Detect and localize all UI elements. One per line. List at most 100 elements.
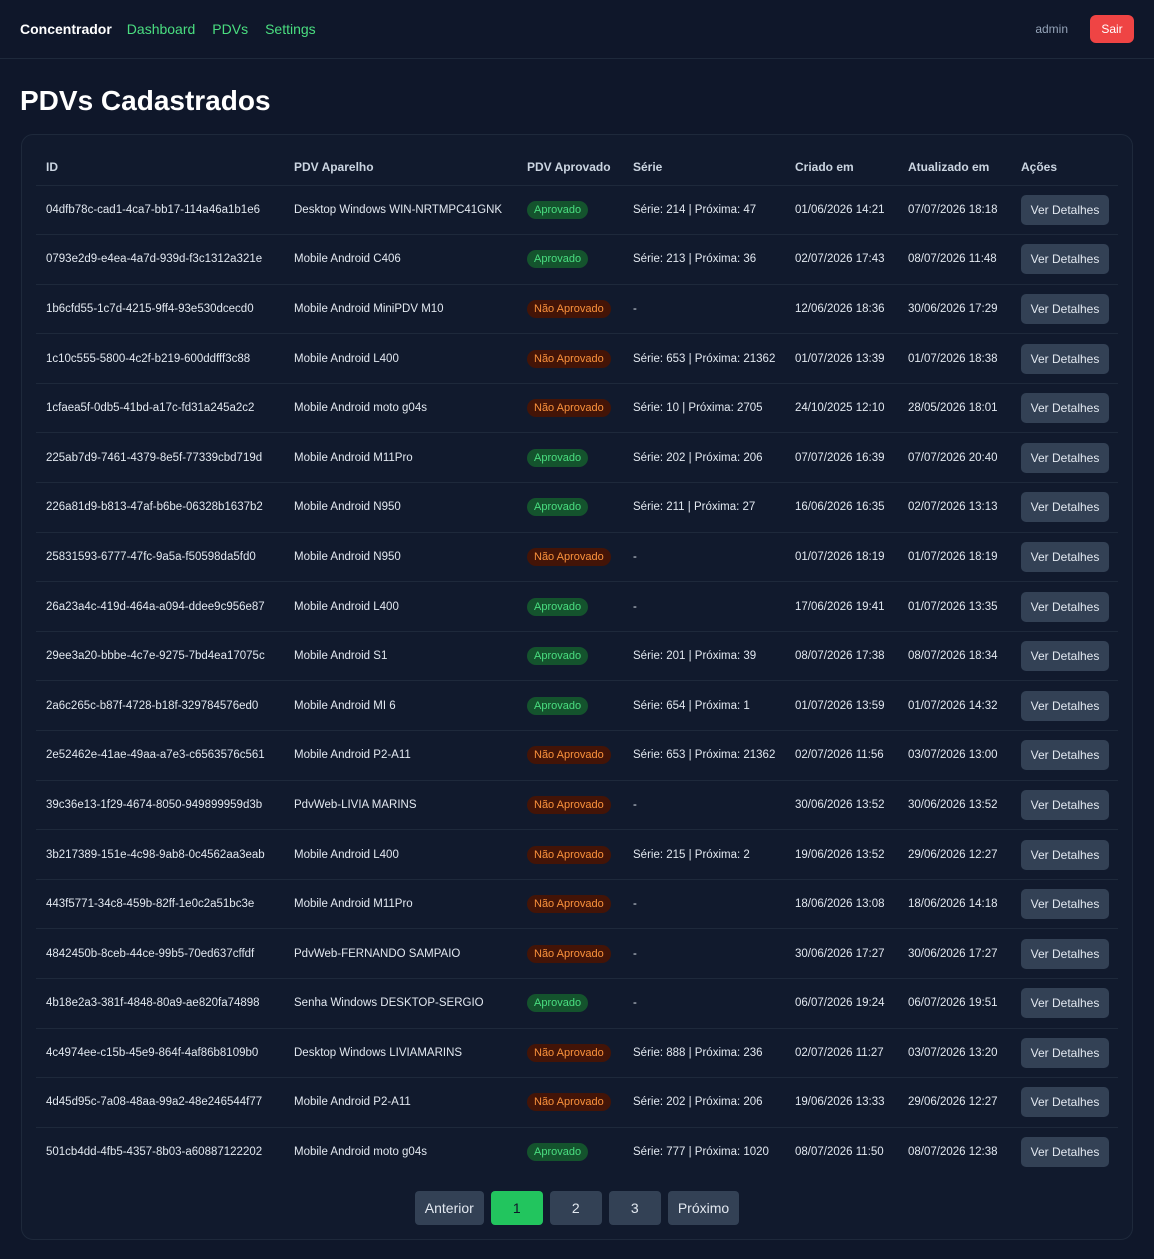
cell-created: 02/07/2026 17:43 [785,234,898,285]
status-badge: Não Aprovado [527,944,611,963]
view-details-button[interactable]: Ver Detalhes [1021,244,1109,275]
view-details-button[interactable]: Ver Detalhes [1021,740,1109,771]
column-header-serie: Série [623,149,785,186]
cell-device: Mobile Android M11Pro [284,432,517,484]
column-header-updated: Atualizado em [898,149,1011,186]
cell-actions: Ver Detalhes [1011,234,1118,285]
view-details-button[interactable]: Ver Detalhes [1021,194,1109,225]
cell-id: 4b18e2a3-381f-4848-80a9-ae820fa74898 [36,978,284,1029]
view-details-button[interactable]: Ver Detalhes [1021,789,1109,820]
cell-created: 12/06/2026 18:36 [785,284,898,335]
cell-serie: Série: 213 | Próxima: 36 [623,234,785,285]
status-badge: Não Aprovado [527,795,611,814]
cell-serie: Série: 653 | Próxima: 21362 [623,730,785,781]
cell-actions: Ver Detalhes [1011,780,1118,831]
cell-updated: 02/07/2026 13:13 [898,482,1011,533]
view-details-button[interactable]: Ver Detalhes [1021,492,1109,523]
cell-approved: Não Aprovado [517,829,623,880]
cell-approved: Não Aprovado [517,780,623,831]
cell-created: 01/06/2026 14:21 [785,185,898,236]
cell-id: 04dfb78c-cad1-4ca7-bb17-114a46a1b1e6 [36,185,284,236]
cell-updated: 30/06/2026 17:29 [898,284,1011,335]
pagination-page-3[interactable]: 3 [608,1191,661,1225]
view-details-button[interactable]: Ver Detalhes [1021,442,1109,473]
view-details-button[interactable]: Ver Detalhes [1021,343,1109,374]
top-navbar: Concentrador Dashboard PDVs Settings adm… [0,0,1154,59]
cell-serie: Série: 214 | Próxima: 47 [623,185,785,236]
view-details-button[interactable]: Ver Detalhes [1021,641,1109,672]
cell-approved: Não Aprovado [517,532,623,583]
nav-link-pdvs[interactable]: PDVs [212,21,248,37]
column-header-device: PDV Aparelho [284,149,517,186]
cell-device: Mobile Android P2-A11 [284,730,517,781]
cell-actions: Ver Detalhes [1011,185,1118,236]
cell-updated: 30/06/2026 17:27 [898,928,1011,979]
logout-button[interactable]: Sair [1090,15,1134,43]
table-row: 225ab7d9-7461-4379-8e5f-77339cbd719d Mobi… [36,432,1118,484]
cell-approved: Não Aprovado [517,383,623,434]
cell-updated: 01/07/2026 18:38 [898,333,1011,384]
cell-created: 07/07/2026 16:39 [785,432,898,484]
cell-created: 06/07/2026 19:24 [785,978,898,1029]
view-details-button[interactable]: Ver Detalhes [1021,690,1109,721]
view-details-button[interactable]: Ver Detalhes [1021,938,1109,969]
pagination-next-button[interactable]: Próximo [667,1191,740,1225]
cell-device: Mobile Android N950 [284,482,517,533]
status-badge: Não Aprovado [527,547,611,566]
cell-device: Desktop Windows WIN-NRTMPC41GNK [284,185,517,236]
cell-actions: Ver Detalhes [1011,482,1118,533]
cell-created: 17/06/2026 19:41 [785,581,898,632]
cell-actions: Ver Detalhes [1011,680,1118,732]
current-user: admin [1035,22,1068,36]
cell-created: 01/07/2026 13:39 [785,333,898,384]
pdv-table-card: ID PDV Aparelho PDV Aprovado Série Criad… [21,134,1133,1240]
cell-device: Mobile Android L400 [284,829,517,880]
pagination-prev-button[interactable]: Anterior [414,1191,484,1225]
nav-link-settings[interactable]: Settings [265,21,316,37]
cell-actions: Ver Detalhes [1011,829,1118,880]
status-badge: Não Aprovado [527,299,611,318]
status-badge: Não Aprovado [527,1093,611,1112]
view-details-button[interactable]: Ver Detalhes [1021,839,1109,870]
view-details-button[interactable]: Ver Detalhes [1021,1037,1109,1068]
view-details-button[interactable]: Ver Detalhes [1021,393,1109,424]
status-badge: Aprovado [527,994,589,1013]
table-row: 25831593-6777-47fc-9a5a-f50598da5fd0 Mobi… [36,532,1118,583]
table-row: 226a81d9-b813-47af-b6be-06328b1637b2 Mobi… [36,482,1118,533]
view-details-button[interactable]: Ver Detalhes [1021,1087,1109,1118]
cell-approved: Não Aprovado [517,730,623,781]
cell-approved: Aprovado [517,432,623,484]
cell-updated: 30/06/2026 13:52 [898,780,1011,831]
cell-serie: Série: 202 | Próxima: 206 [623,432,785,484]
view-details-button[interactable]: Ver Detalhes [1021,988,1109,1019]
view-details-button[interactable]: Ver Detalhes [1021,889,1109,920]
nav-link-dashboard[interactable]: Dashboard [127,21,196,37]
column-header-approved: PDV Aprovado [517,149,623,186]
brand-logo[interactable]: Concentrador [20,21,112,37]
cell-actions: Ver Detalhes [1011,284,1118,335]
cell-device: Mobile Android S1 [284,631,517,682]
cell-updated: 08/07/2026 12:38 [908,1146,998,1159]
cell-created: 19/06/2026 13:52 [785,829,898,880]
cell-created: 02/07/2026 11:56 [785,730,898,781]
cell-created: 19/06/2026 13:33 [785,1077,898,1128]
cell-device: PdvWeb-FERNANDO SAMPAIO [284,928,517,979]
pagination-page-1[interactable]: 1 [490,1191,543,1225]
view-details-button[interactable]: Ver Detalhes [1021,1137,1109,1168]
pagination: Anterior 1 2 3 Próximo [22,1191,1132,1225]
cell-device: Desktop Windows LIVIAMARINS [284,1028,517,1079]
table-row: 04dfb78c-cad1-4ca7-bb17-114a46a1b1e6 Desk… [36,185,1118,236]
view-details-button[interactable]: Ver Detalhes [1021,293,1109,324]
cell-approved: Não Aprovado [517,333,623,384]
table-row: 3b217389-151e-4c98-9ab8-0c4562aa3eab Mobi… [36,829,1118,880]
cell-id: 2e52462e-41ae-49aa-a7e3-c6563576c561 [36,730,284,781]
view-details-button[interactable]: Ver Detalhes [1021,591,1109,622]
table-body: 04dfb78c-cad1-4ca7-bb17-114a46a1b1e6 Desk… [36,185,1118,1177]
cell-approved: Aprovado [517,234,623,285]
pagination-page-2[interactable]: 2 [549,1191,602,1225]
view-details-button[interactable]: Ver Detalhes [1021,541,1109,572]
table-header-row: ID PDV Aparelho PDV Aprovado Série Criad… [36,149,1118,186]
column-header-actions: Ações [1011,149,1118,186]
table-row: 2a6c265c-b87f-4728-b18f-329784576ed0 Mobi… [36,680,1118,732]
cell-actions: Ver Detalhes [1011,631,1118,682]
